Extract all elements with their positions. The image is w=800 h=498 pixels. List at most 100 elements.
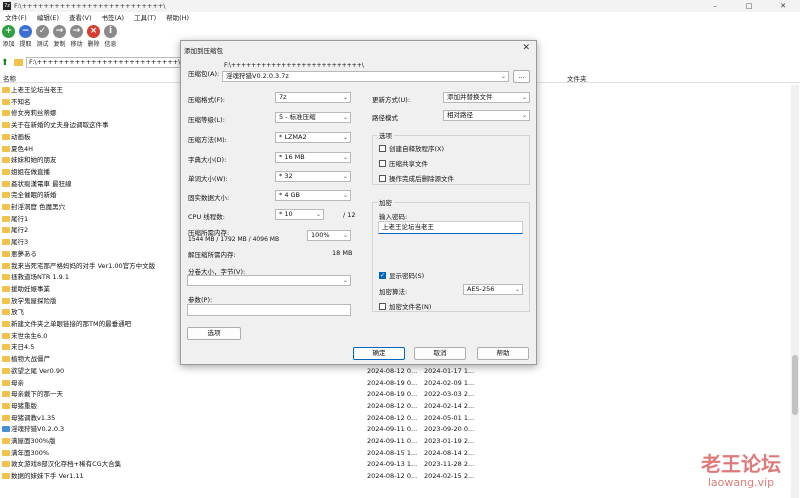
params-input[interactable] bbox=[187, 304, 351, 316]
file-row[interactable]: 满屋面300%版 2024-09-11 0... 2023-01-19 2... bbox=[0, 436, 800, 446]
ok-button[interactable]: 确定 bbox=[353, 347, 405, 360]
menu-view[interactable]: 查看(V) bbox=[64, 13, 97, 24]
enc-method-select[interactable]: AES-256 ⌄ bbox=[463, 284, 523, 295]
vertical-scrollbar[interactable] bbox=[791, 85, 799, 498]
folder-icon bbox=[2, 87, 10, 93]
path-input[interactable]: F:\++++++++++++++++++++++++++\ bbox=[26, 57, 191, 68]
encrypt-names-checkbox[interactable]: 加密文件名(N) bbox=[379, 301, 431, 311]
split-select[interactable]: ⌄ bbox=[187, 275, 351, 286]
chevron-down-icon: ⌄ bbox=[342, 277, 348, 284]
file-name: 完全催眠的新婚 bbox=[11, 191, 57, 200]
window-title: F:\++++++++++++++++++++++++++\ bbox=[14, 2, 166, 10]
toolbar-icon: + bbox=[2, 25, 15, 38]
help-button[interactable]: 帮助 bbox=[477, 347, 529, 360]
delete-checkbox-box[interactable] bbox=[379, 174, 386, 182]
toolbar-icon: − bbox=[19, 25, 32, 38]
sfx-checkbox[interactable]: 创建自释放程序(X) bbox=[379, 143, 444, 153]
menu-help[interactable]: 帮助(H) bbox=[161, 13, 194, 24]
file-name: 修女亮莉丝蒂娜 bbox=[11, 109, 57, 118]
toolbar-button-2[interactable]: ✓ 测试 bbox=[34, 25, 51, 52]
shared-checkbox[interactable]: 压缩共享文件 bbox=[379, 158, 428, 168]
file-name: 尾行1 bbox=[11, 214, 29, 223]
folder-icon bbox=[2, 461, 10, 468]
dialog-close-icon[interactable]: ✕ bbox=[522, 43, 530, 53]
menu-bookmarks[interactable]: 书签(A) bbox=[97, 13, 130, 24]
toolbar-button-6[interactable]: i 信息 bbox=[102, 25, 119, 52]
minimize-icon[interactable]: – bbox=[698, 0, 732, 12]
file-row[interactable]: 满年面300% 2024-08-15 1... 2024-08-14 2... bbox=[0, 448, 800, 458]
mem-percent-select[interactable]: 100% ⌄ bbox=[307, 230, 351, 241]
file-name: 敦女游戏8部汉化存档+稀有CG大合集 bbox=[11, 460, 122, 469]
file-row[interactable]: 淫魂狩猎V0.2.0.3 2024-09-11 0... 2023-09-20 0.… bbox=[0, 424, 800, 434]
archive-name-combo[interactable]: 淫魂狩猎V0.2.0.3.7z ⌄ bbox=[222, 71, 509, 82]
solid-select[interactable]: * 4 GB ⌄ bbox=[275, 190, 351, 201]
file-row[interactable]: 母猪重版 2024-08-12 0... 2024-02-14 2... bbox=[0, 401, 800, 411]
file-created: 2024-02-09 1... bbox=[424, 378, 475, 387]
close-icon[interactable]: ✕ bbox=[766, 0, 800, 12]
chevron-down-icon: ⌄ bbox=[342, 192, 348, 199]
file-name: 悪夢ある bbox=[11, 249, 37, 258]
toolbar-button-3[interactable]: → 复制 bbox=[51, 25, 68, 52]
show-password-checkbox-box[interactable]: ✓ bbox=[379, 271, 386, 279]
options-button[interactable]: 选项 bbox=[187, 327, 241, 340]
sfx-checkbox-box[interactable] bbox=[379, 144, 386, 152]
file-row[interactable]: 数据的妹妹下手 Ver1.11 2024-08-12 0... 2024-02-15… bbox=[0, 471, 800, 481]
file-modified: 2024-08-12 0... bbox=[367, 366, 418, 375]
archive-icon bbox=[2, 426, 10, 433]
toolbar-button-4[interactable]: → 移动 bbox=[68, 25, 85, 52]
file-row[interactable]: 欲望之尾 Ver0.90 2024-08-12 0... 2024-01-17 1.… bbox=[0, 366, 800, 376]
toolbar-button-1[interactable]: − 提取 bbox=[17, 25, 34, 52]
shared-checkbox-box[interactable] bbox=[379, 159, 386, 167]
toolbar-label: 添加 bbox=[2, 41, 15, 48]
pathmode-select[interactable]: 相对路径 ⌄ bbox=[443, 110, 530, 121]
update-select[interactable]: 添加并替换文件 ⌄ bbox=[443, 92, 530, 103]
file-row[interactable]: 母亲 2024-08-19 0... 2024-02-09 1... bbox=[0, 378, 800, 388]
file-name: 拯救道场NTR 1.9.1 bbox=[11, 273, 69, 282]
dict-select[interactable]: * 16 MB ⌄ bbox=[275, 152, 351, 163]
folder-icon bbox=[2, 180, 10, 187]
file-row[interactable]: 母亲戴下的那一天 2024-08-19 0... 2022-03-03 2... bbox=[0, 389, 800, 399]
file-modified: 2024-08-12 0... bbox=[367, 472, 418, 481]
delete-checkbox[interactable]: 操作完成后删除源文件 bbox=[379, 173, 454, 183]
file-name: 动画板 bbox=[11, 132, 31, 141]
watermark-url: laowang.vip bbox=[707, 476, 775, 489]
browse-button[interactable]: ... bbox=[513, 70, 530, 83]
file-modified: 2024-09-11 0... bbox=[367, 437, 418, 445]
folder-icon bbox=[2, 344, 10, 351]
file-row[interactable]: 母猪调教v1.35 2024-08-12 0... 2024-05-01 1... bbox=[0, 413, 800, 423]
file-name: 淫魂狩猎V0.2.0.3 bbox=[11, 425, 65, 434]
column-name[interactable]: 名称 bbox=[3, 73, 16, 83]
threads-value: * 10 bbox=[279, 210, 293, 218]
password-input[interactable]: 上老王论坛当老王 bbox=[378, 221, 523, 234]
format-select[interactable]: 7z ⌄ bbox=[275, 92, 351, 103]
up-arrow-icon[interactable]: ⬆ bbox=[1, 58, 11, 68]
menu-file[interactable]: 文件(F) bbox=[0, 13, 32, 24]
level-select[interactable]: 5 - 标准压缩 ⌄ bbox=[275, 112, 351, 123]
mem-percent-value: 100% bbox=[311, 231, 330, 239]
menu-edit[interactable]: 编辑(E) bbox=[32, 13, 64, 24]
file-row[interactable]: 敦女游戏8部汉化存档+稀有CG大合集 2024-09-13 1... 2023-11… bbox=[0, 459, 800, 469]
delete-checkbox-label: 操作完成后删除源文件 bbox=[389, 175, 454, 183]
file-created: 2024-01-17 1... bbox=[424, 366, 475, 375]
file-name: 放学鬼屋探险版 bbox=[11, 296, 57, 305]
file-name: 数据的妹妹下手 Ver1.11 bbox=[11, 472, 84, 481]
method-select[interactable]: * LZMA2 ⌄ bbox=[275, 132, 351, 143]
file-modified: 2024-09-11 0... bbox=[367, 425, 418, 434]
chevron-down-icon: ⌄ bbox=[342, 114, 348, 121]
column-folders[interactable]: 文件夹 bbox=[567, 73, 587, 83]
menu-tools[interactable]: 工具(T) bbox=[129, 13, 161, 24]
encrypt-names-checkbox-box[interactable] bbox=[379, 302, 386, 310]
folder-icon bbox=[2, 168, 10, 175]
folder-icon bbox=[2, 215, 10, 222]
chevron-down-icon: ⌄ bbox=[342, 134, 348, 141]
show-password-checkbox[interactable]: ✓ 显示密码(S) bbox=[379, 270, 424, 280]
folder-icon bbox=[2, 438, 10, 444]
cancel-button[interactable]: 取消 bbox=[414, 347, 466, 360]
scrollbar-thumb[interactable] bbox=[792, 355, 798, 415]
toolbar-button-0[interactable]: + 添加 bbox=[0, 25, 17, 52]
toolbar-button-5[interactable]: × 删除 bbox=[85, 25, 102, 52]
solid-value: * 4 GB bbox=[279, 191, 301, 199]
maximize-icon[interactable]: □ bbox=[732, 0, 766, 12]
threads-select[interactable]: * 10 ⌄ bbox=[275, 209, 324, 220]
word-select[interactable]: * 32 ⌄ bbox=[275, 171, 351, 182]
